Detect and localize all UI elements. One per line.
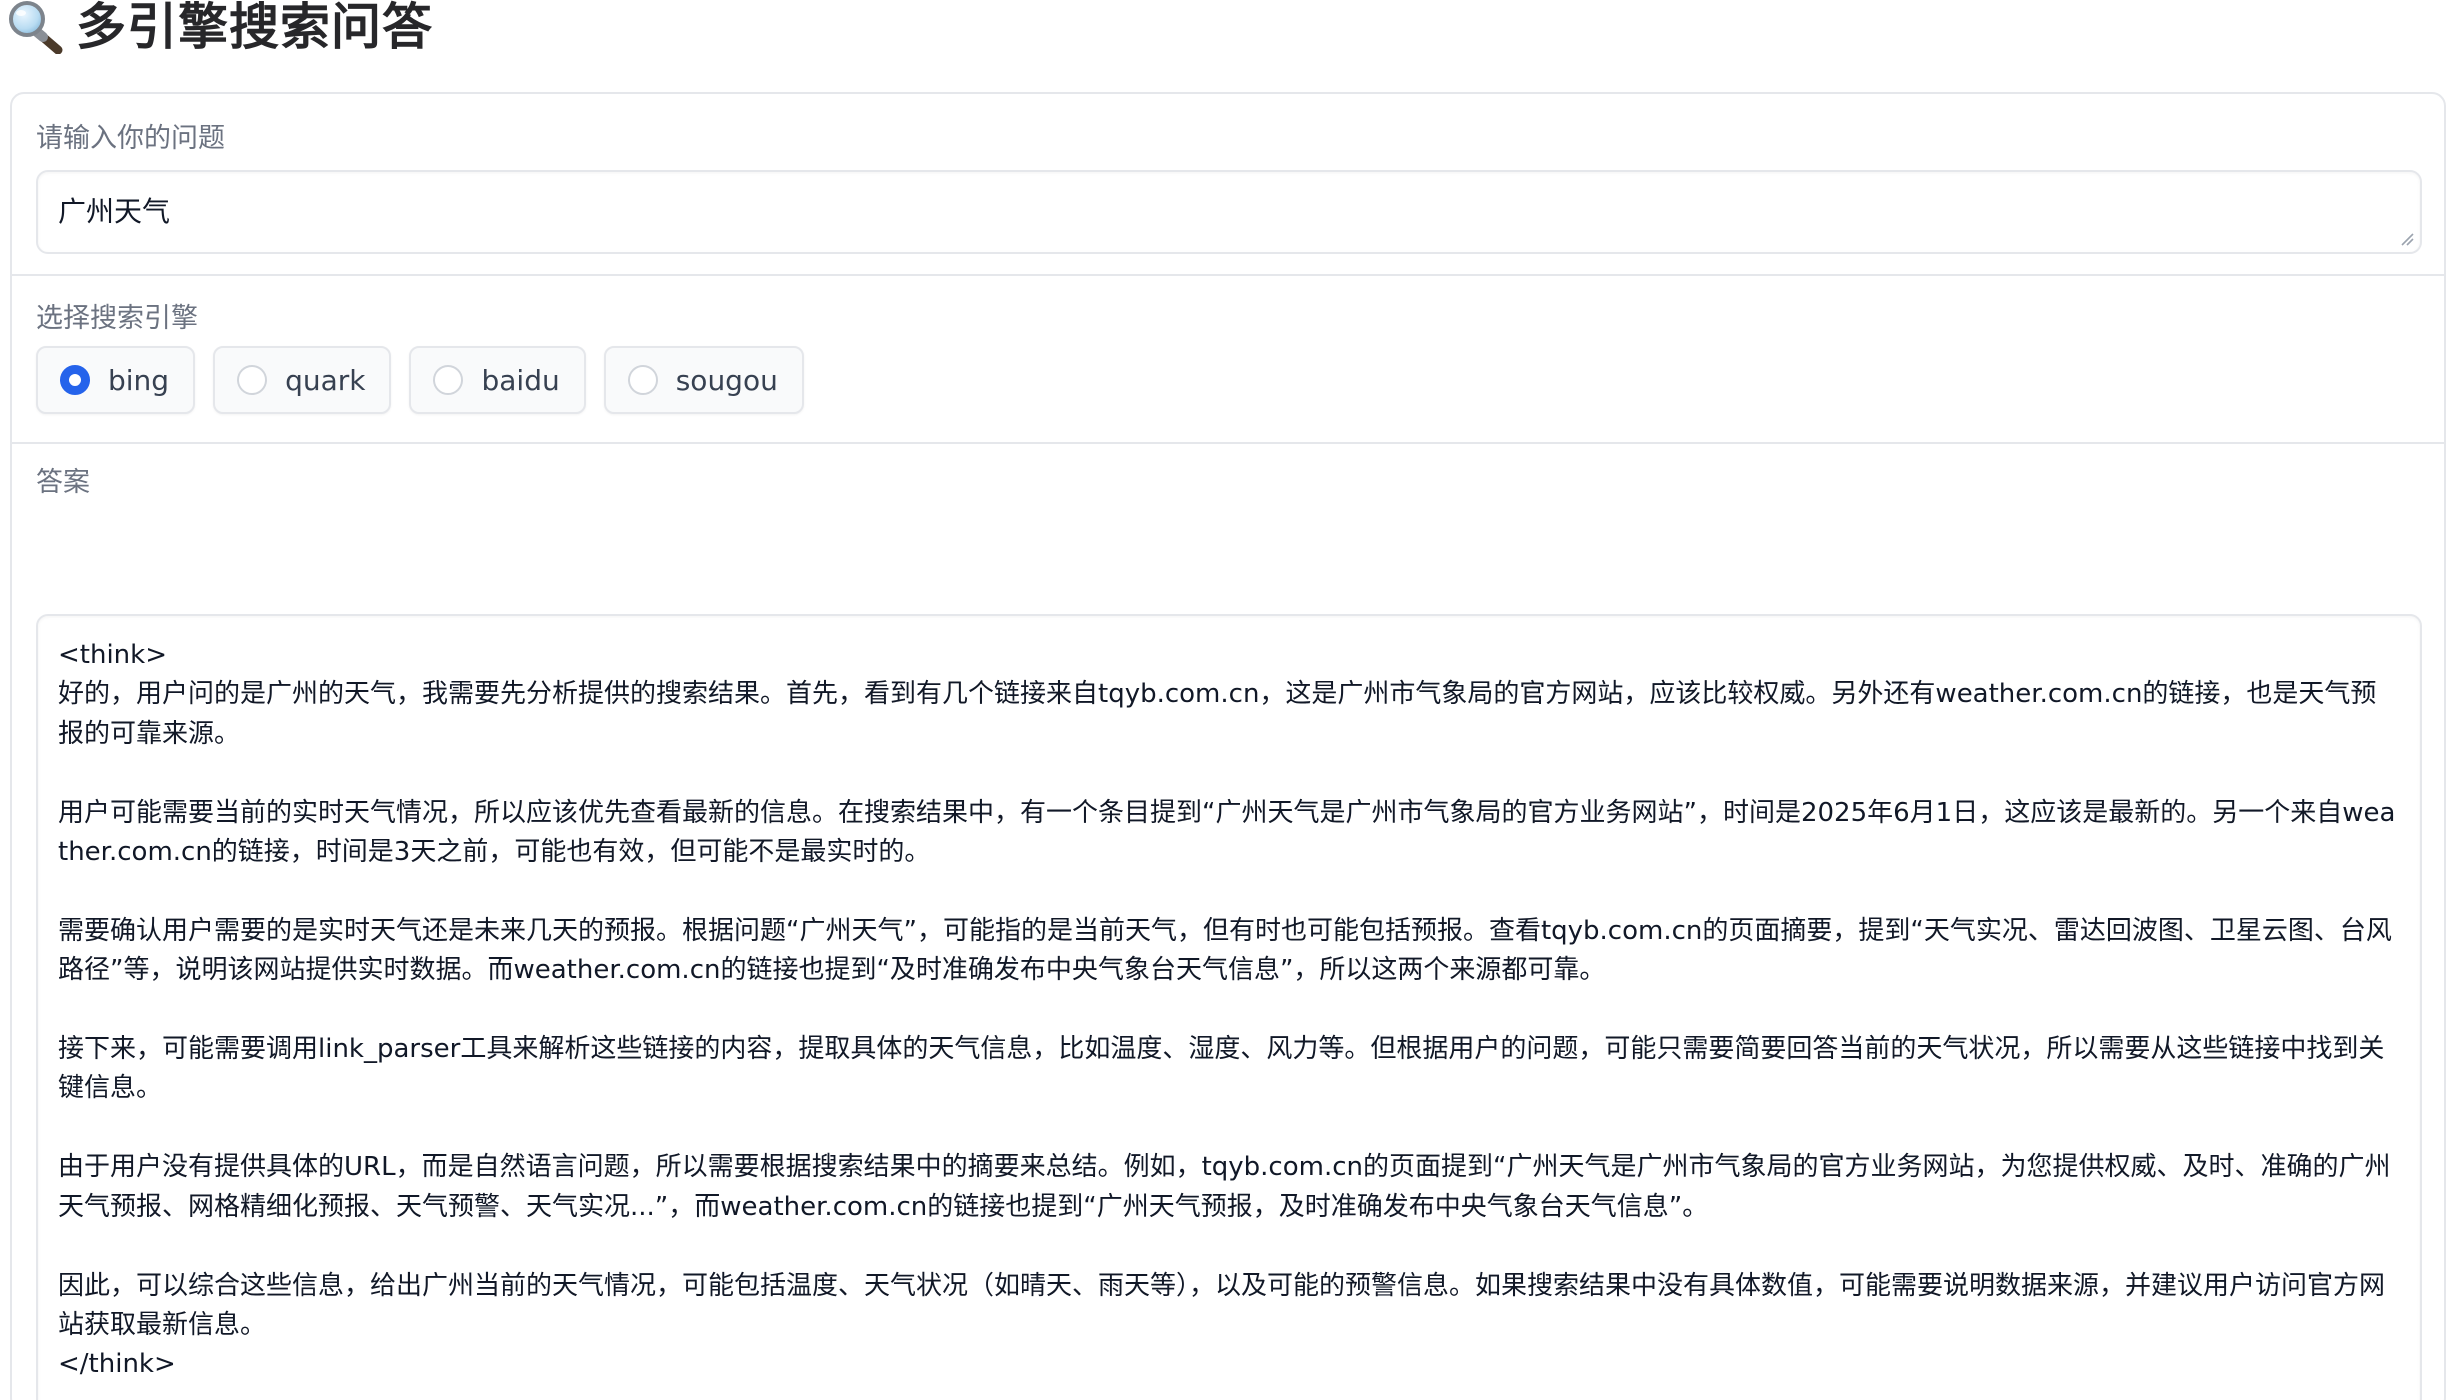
engine-radio-group: bing quark baidu sougou bbox=[36, 346, 804, 414]
radio-unchecked-icon[interactable] bbox=[433, 365, 464, 395]
radio-unchecked-icon[interactable] bbox=[237, 365, 268, 395]
engine-option-label: quark bbox=[285, 363, 366, 397]
form-panel: 请输入你的问题 广州天气 选择搜索引擎 bing quark baidu sou… bbox=[10, 92, 2446, 1400]
engine-option-label: bing bbox=[108, 363, 170, 397]
radio-unchecked-icon[interactable] bbox=[627, 365, 658, 395]
engine-option-sougou[interactable]: sougou bbox=[603, 346, 804, 414]
radio-checked-icon[interactable] bbox=[60, 365, 90, 395]
engine-option-bing[interactable]: bing bbox=[36, 346, 196, 414]
page-title: 多引擎搜索问答 bbox=[76, 0, 433, 56]
engine-section: 选择搜索引擎 bing quark baidu sougou bbox=[12, 276, 2444, 444]
engine-option-baidu[interactable]: baidu bbox=[409, 346, 586, 414]
question-section: 请输入你的问题 广州天气 bbox=[12, 94, 2444, 276]
answer-text: <think> 好的，用户问的是广州的天气，我需要先分析提供的搜索结果。首先，看… bbox=[58, 640, 2396, 1380]
engine-option-label: baidu bbox=[481, 363, 560, 397]
magnifier-icon bbox=[9, 1, 63, 54]
question-label: 请输入你的问题 bbox=[36, 123, 225, 154]
answer-section: 答案 <think> 好的，用户问的是广州的天气，我需要先分析提供的搜索结果。首… bbox=[12, 444, 2444, 1400]
engine-option-quark[interactable]: quark bbox=[213, 346, 392, 414]
answer-label: 答案 bbox=[36, 467, 90, 498]
question-input-value: 广州天气 bbox=[58, 195, 171, 228]
resize-handle-icon[interactable] bbox=[2400, 232, 2414, 246]
page: 多引擎搜索问答 请输入你的问题 广州天气 选择搜索引擎 bing quark b… bbox=[0, 0, 2458, 1400]
engine-label: 选择搜索引擎 bbox=[36, 303, 198, 334]
engine-option-label: sougou bbox=[675, 363, 778, 397]
page-header: 多引擎搜索问答 bbox=[6, 0, 433, 54]
question-input[interactable]: 广州天气 bbox=[36, 170, 2422, 254]
answer-output[interactable]: <think> 好的，用户问的是广州的天气，我需要先分析提供的搜索结果。首先，看… bbox=[36, 614, 2422, 1400]
